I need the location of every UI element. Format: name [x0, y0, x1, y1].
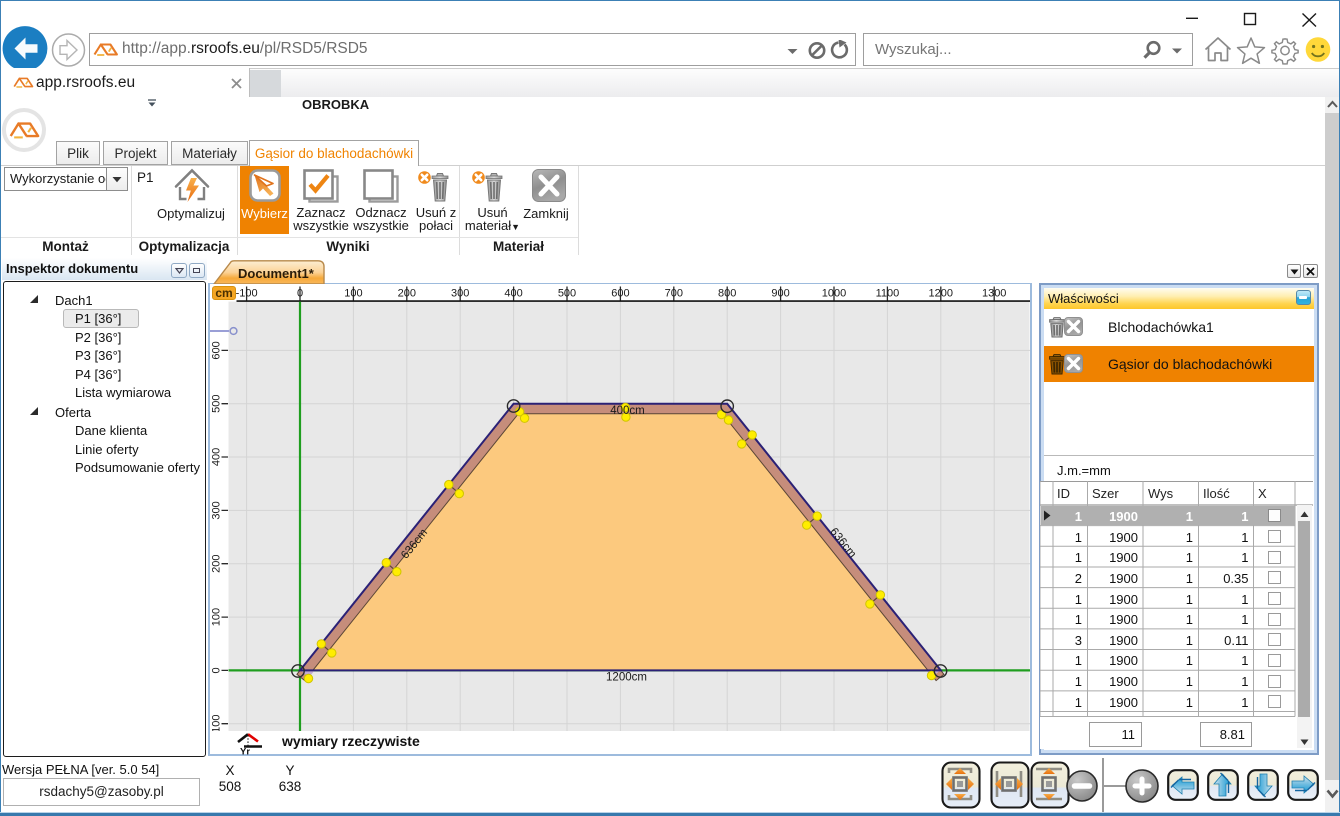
svg-text:0: 0 — [297, 288, 303, 300]
svg-text:200: 200 — [211, 555, 223, 573]
svg-text:900: 900 — [771, 288, 789, 300]
svg-text:Yr: Yr — [240, 747, 250, 755]
svg-text:500: 500 — [558, 288, 576, 300]
svg-text:0: 0 — [211, 667, 223, 673]
svg-text:1100: 1100 — [876, 288, 900, 300]
svg-text:200: 200 — [398, 288, 416, 300]
svg-text:600: 600 — [611, 288, 629, 300]
svg-text:600: 600 — [211, 341, 223, 359]
svg-text:100: 100 — [211, 608, 223, 626]
svg-text:1300: 1300 — [982, 288, 1006, 300]
svg-text:1200: 1200 — [929, 288, 953, 300]
svg-text:100: 100 — [344, 288, 362, 300]
svg-text:-100: -100 — [236, 288, 258, 300]
svg-text:400cm: 400cm — [610, 405, 645, 417]
svg-text:1200cm: 1200cm — [606, 671, 647, 683]
svg-text:400: 400 — [211, 448, 223, 466]
svg-text:1000: 1000 — [822, 288, 846, 300]
svg-text:500: 500 — [211, 395, 223, 413]
svg-text:700: 700 — [665, 288, 683, 300]
svg-text:800: 800 — [718, 288, 736, 300]
svg-text:400: 400 — [504, 288, 522, 300]
svg-text:300: 300 — [211, 501, 223, 519]
svg-text:300: 300 — [451, 288, 469, 300]
svg-text:100: 100 — [211, 715, 223, 731]
